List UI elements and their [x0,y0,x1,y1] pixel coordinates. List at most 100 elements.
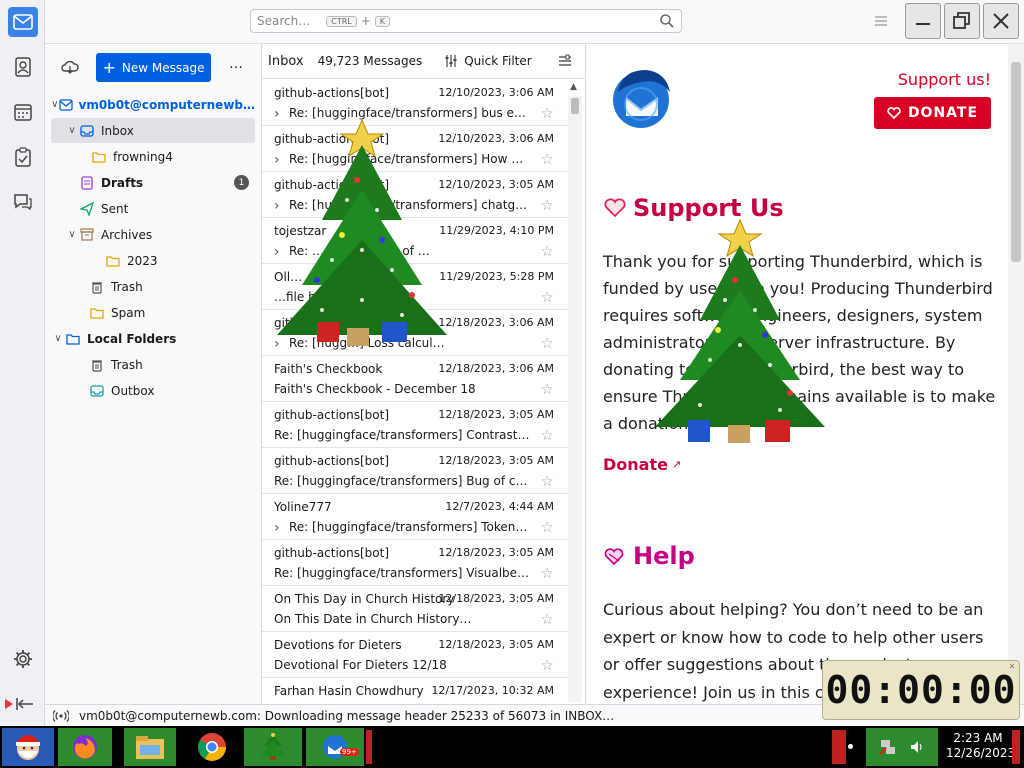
restore-button[interactable] [944,3,980,39]
start-button[interactable] [2,728,54,766]
folder-label: Sent [101,201,129,216]
shortcut-ctrl: CTRL [326,15,357,27]
chevron-down-icon[interactable]: ∨ [65,125,79,136]
new-message-label: New Message [121,60,205,75]
star-icon[interactable]: ☆ [541,104,554,122]
donate-button[interactable]: DONATE [874,97,991,129]
thread-expand-icon[interactable]: › [274,520,280,536]
folder-drafts[interactable]: Drafts 1 [51,170,255,195]
folder-label: Local Folders [87,331,177,346]
minimize-button[interactable] [905,3,941,39]
quick-filter-button[interactable]: Quick Filter [444,54,532,68]
settings-button[interactable] [8,644,38,674]
message-row[interactable]: github-actions[bot] 12/18/2023, 3:05 AM Re… [262,402,568,448]
star-icon[interactable]: ☆ [541,610,554,628]
quick-filter-label: Quick Filter [464,54,532,68]
timer-close-icon[interactable]: ✕ [1009,661,1016,672]
star-icon[interactable]: ☆ [541,150,554,168]
message-row[interactable]: On This Day in Church History 12/18/2023,… [262,586,568,632]
message-row[interactable]: github-actions[bot] 12/18/2023, 3:05 AM Re… [262,448,568,494]
firefox-icon [73,735,97,759]
message-row[interactable]: Farhan Hasin Chowdhury 12/17/2023, 10:32 … [262,678,568,704]
collapse-spaces-button[interactable] [0,689,40,719]
folder-archives[interactable]: ∨ Archives [51,222,255,247]
thunderbird-logo [613,70,670,128]
address-book-button[interactable] [8,52,38,82]
new-message-button[interactable]: + New Message [96,53,211,82]
folder-title: Inbox [268,53,304,69]
star-icon[interactable]: ☆ [541,288,554,306]
folder-local-trash[interactable]: Trash [51,352,255,377]
message-row[interactable]: Faith's Checkbook 12/18/2023, 3:06 AM Fait… [262,356,568,402]
support-us-link[interactable]: Support us! [898,70,991,89]
folder-label: Inbox [101,123,134,138]
message-sender: github-actions[bot] [274,408,390,422]
get-messages-icon[interactable] [61,59,79,75]
chevron-down-icon[interactable]: ∨ [51,99,59,110]
star-icon[interactable]: ☆ [541,472,554,490]
timer-value: 00:00:00 [825,668,1017,712]
calendar-button[interactable] [8,97,38,127]
app-menu-icon[interactable] [872,12,890,30]
folder-outbox[interactable]: Outbox [51,378,255,403]
thread-scrollbar[interactable]: ▲ ∨ [568,82,582,702]
scroll-up-arrow[interactable]: ▲ [570,82,577,92]
helping-hearts-icon [604,548,624,566]
folder-sent[interactable]: Sent [51,196,255,221]
christmas-tree-overlay [277,118,447,346]
message-subject: Re: [huggingface/transformers] Visualber… [274,566,530,580]
search-input[interactable]: Search… CTRL + K [250,9,682,33]
filter-icon [445,55,457,67]
folder-label: Spam [111,305,146,320]
display-options-icon[interactable] [558,54,572,68]
chevron-down-icon[interactable]: ∨ [51,333,65,344]
taskbar-thunderbird[interactable]: 99+ [306,728,364,766]
message-date: 12/18/2023, 3:05 AM [438,408,554,421]
message-row[interactable]: Devotions for Dieters 12/18/2023, 3:05 AM… [262,632,568,678]
account-row[interactable]: ∨ vm0b0t@computernewb… [51,92,255,117]
shortcut-plus: + [360,14,371,28]
message-row[interactable]: github-actions[bot] 12/18/2023, 3:05 AM Re… [262,540,568,586]
close-button[interactable] [983,3,1019,39]
folder-frowning4[interactable]: frowning4 [51,144,255,169]
content-scrollbar[interactable] [1008,44,1024,704]
message-date: 12/18/2023, 3:05 AM [438,454,554,467]
content-scroll-thumb[interactable] [1011,62,1021,262]
star-icon[interactable]: ☆ [541,426,554,444]
account-mail-icon [58,98,73,112]
folder-pane-menu-button[interactable]: … [229,56,243,72]
folder-inbox[interactable]: ∨ Inbox [51,118,255,143]
folder-spam[interactable]: Spam [51,300,255,325]
star-icon[interactable]: ☆ [541,334,554,352]
scroll-thumb[interactable] [571,98,579,114]
star-icon[interactable]: ☆ [541,656,554,674]
taskbar-file-explorer[interactable] [124,728,176,766]
clock[interactable]: 2:23 AM 12/26/2023 [946,731,1015,761]
taskbar-xmas-tree-app[interactable] [244,728,302,766]
countdown-timer-widget[interactable]: 00:00:00 ✕ [822,660,1020,720]
star-icon[interactable]: ☆ [541,518,554,536]
unread-count-badge: 1 [234,175,249,190]
star-icon[interactable]: ☆ [541,564,554,582]
taskbar-firefox[interactable] [58,728,112,766]
star-icon[interactable]: ☆ [541,196,554,214]
folder-trash[interactable]: Trash [51,274,255,299]
message-date: 12/10/2023, 3:06 AM [438,86,554,99]
external-link-icon: ↗ [671,458,682,471]
donate-link[interactable]: Donate [603,455,668,474]
star-icon[interactable]: ☆ [541,380,554,398]
mail-space-button[interactable] [8,7,38,37]
christmas-tree-overlay [655,218,825,443]
folder-2023[interactable]: 2023 [51,248,255,273]
message-row[interactable]: Yoline777 12/7/2023, 4:44 AM › Re: [huggin… [262,494,568,540]
system-tray[interactable] [866,728,938,766]
trash-icon [89,358,105,372]
message-subject: Devotional For Dieters 12/18 [274,658,447,672]
chevron-down-icon[interactable]: ∨ [65,229,79,240]
taskbar-chrome[interactable] [184,728,240,766]
restore-icon [953,12,970,29]
chat-button[interactable] [8,187,38,217]
tasks-button[interactable] [8,142,38,172]
star-icon[interactable]: ☆ [541,242,554,260]
local-folders-row[interactable]: ∨ Local Folders [51,326,255,351]
